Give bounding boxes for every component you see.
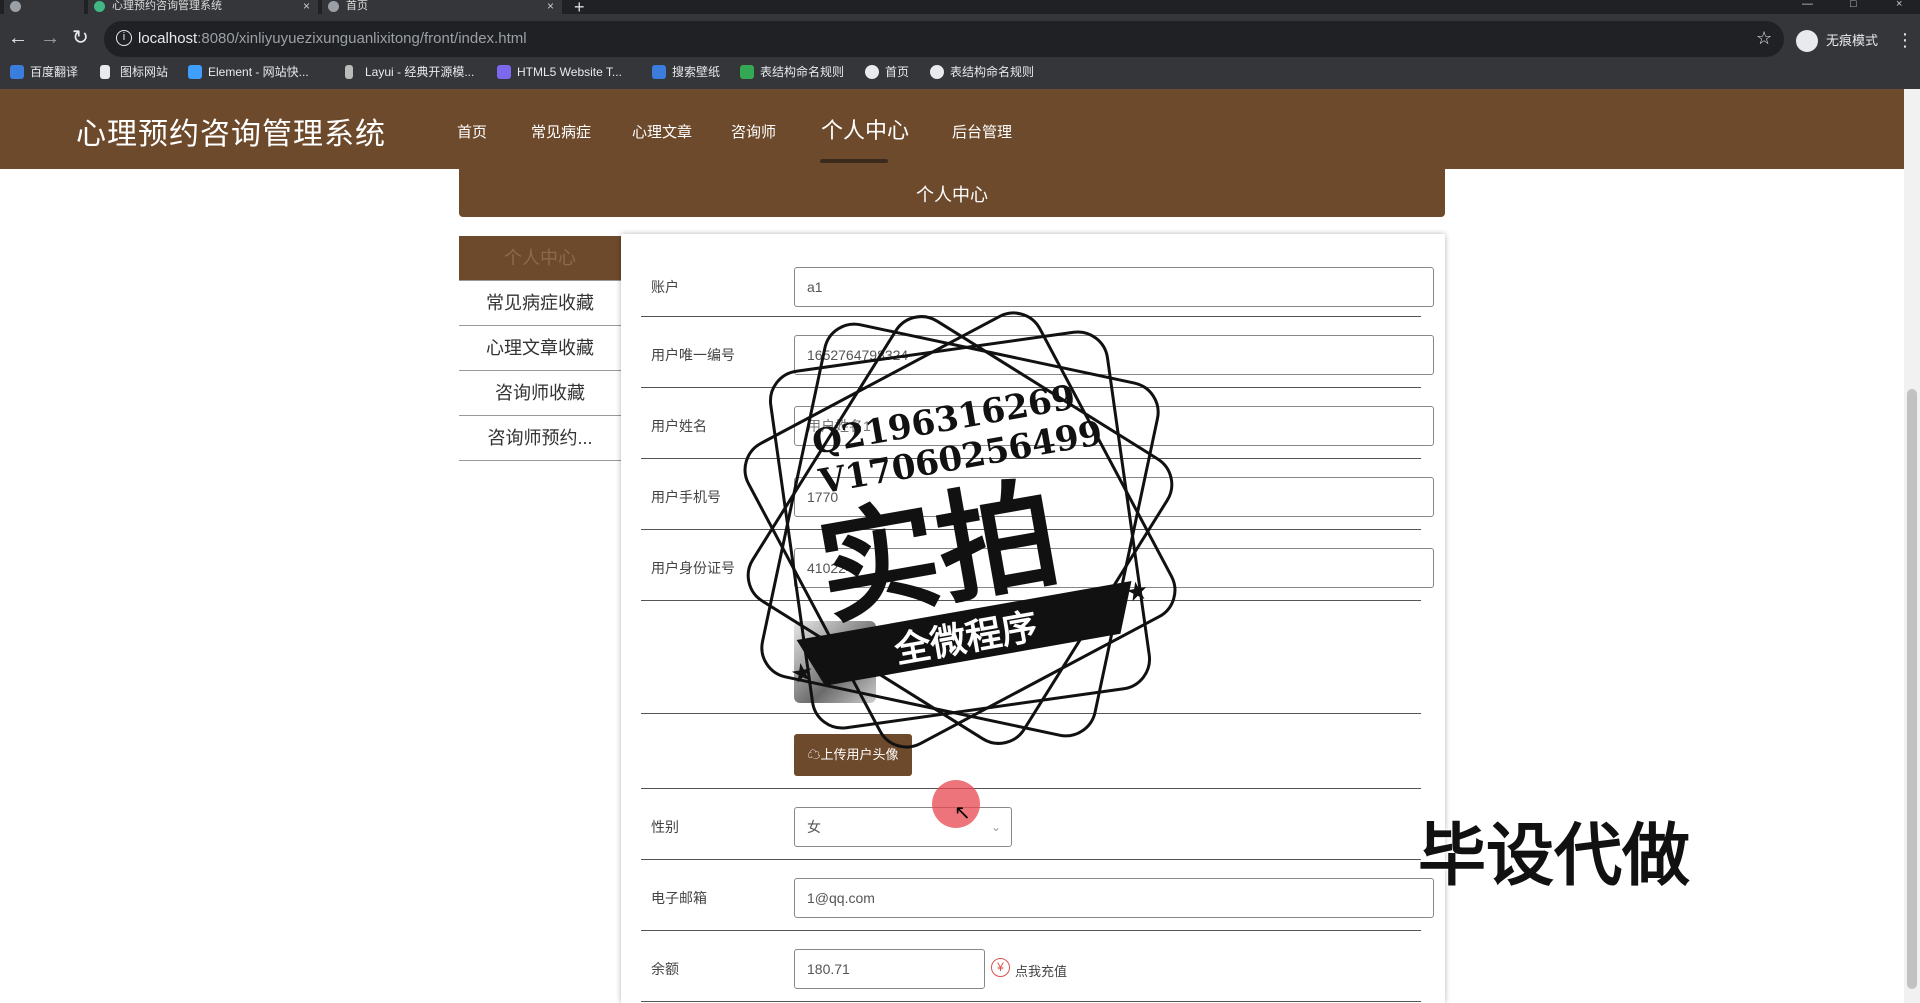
bookmark-item[interactable]: 搜索壁纸 (652, 63, 720, 81)
element-icon (188, 65, 202, 79)
account-input[interactable] (794, 267, 1434, 307)
vue-icon (94, 1, 105, 12)
form-row-account: 账户 (641, 234, 1434, 317)
menu-kebab-icon[interactable]: ⋮ (1896, 30, 1914, 51)
side-item-counselor-favorites[interactable]: 咨询师收藏 (459, 371, 621, 416)
chevron-down-icon: ⌄ (990, 820, 1001, 834)
form-row-idcard: 用户身份证号 (641, 530, 1434, 601)
incognito-icon (1796, 30, 1818, 52)
globe-icon (328, 1, 339, 12)
form-row-name: 用户姓名 (641, 388, 1434, 459)
form-row-upload: ☁上传用户头像 (641, 714, 1421, 789)
name-label: 用户姓名 (651, 418, 707, 434)
email-label: 电子邮箱 (651, 890, 707, 906)
bookmark-item[interactable]: HTML5 Website T... (497, 63, 622, 81)
idcard-label: 用户身份证号 (651, 560, 735, 576)
globe-icon (930, 65, 944, 79)
tab-home[interactable]: 首页 × (322, 0, 562, 14)
email-input[interactable] (794, 878, 1434, 918)
bookmark-item[interactable]: 图标网站 (100, 63, 168, 81)
back-arrow-icon[interactable]: ← (8, 26, 28, 50)
name-input[interactable] (794, 406, 1434, 446)
bookmark-star-icon[interactable]: ☆ (1756, 28, 1772, 49)
gender-select[interactable]: 女 ⌄ (794, 807, 1012, 847)
html5-icon (497, 65, 511, 79)
close-icon[interactable]: × (547, 0, 554, 12)
page-banner: 个人中心 (459, 165, 1445, 217)
side-item-appointments[interactable]: 咨询师预约... (459, 416, 621, 461)
forward-arrow-icon[interactable]: → (40, 26, 60, 50)
profile-form: 账户 用户唯一编号 用户姓名 用户手机号 用户身份证号 ☁上传用户头像 性别 女… (621, 234, 1445, 1003)
scrollbar-thumb[interactable] (1907, 389, 1917, 989)
gender-label: 性别 (651, 819, 679, 835)
bookmark-item[interactable]: Element - 网站快... (188, 63, 309, 81)
form-row-avatar (641, 601, 1421, 714)
bookmark-item[interactable]: 首页 (865, 63, 909, 81)
nav-symptoms[interactable]: 常见病症 (531, 121, 591, 142)
page-scrollbar[interactable] (1904, 89, 1920, 1003)
form-row-phone: 用户手机号 (641, 459, 1434, 530)
bookmark-item[interactable]: 表结构命名规则 (930, 63, 1034, 81)
info-icon[interactable]: i (116, 30, 132, 46)
uid-input[interactable] (794, 335, 1434, 375)
account-label: 账户 (651, 279, 679, 295)
window-close-icon[interactable]: × (1896, 0, 1902, 10)
nav-articles[interactable]: 心理文章 (632, 121, 692, 142)
incognito-indicator[interactable]: 无痕模式 (1796, 28, 1878, 54)
avatar (794, 621, 876, 703)
nav-personal-center[interactable]: 个人中心 (821, 113, 909, 145)
site-header: 心理预约咨询管理系统 首页 常见病症 心理文章 咨询师 个人中心 后台管理 (0, 89, 1904, 169)
nav-active-indicator (820, 159, 888, 163)
reload-icon[interactable]: ↻ (72, 26, 89, 50)
bookmark-item[interactable]: Layui - 经典开源模... (345, 63, 474, 81)
translate-icon (10, 65, 24, 79)
address-bar-row: ← → ↻ i localhost:8080/xinliyuyuezixungu… (0, 14, 1920, 62)
tab-pinned[interactable] (4, 0, 84, 14)
tab-system[interactable]: 心理预约咨询管理系统 × (88, 0, 318, 14)
watermark-corner-text: 毕设代做 (1418, 817, 1691, 896)
form-row-email: 电子邮箱 (641, 860, 1434, 931)
tab-title: 心理预约咨询管理系统 (112, 0, 222, 12)
nav-admin[interactable]: 后台管理 (952, 121, 1012, 142)
bookmark-item[interactable]: 百度翻译 (10, 63, 78, 81)
form-row-balance: 余额 ¥ 点我充值 (641, 931, 1421, 1002)
minimize-icon[interactable]: — (1802, 0, 1813, 10)
maximize-icon[interactable]: □ (1850, 0, 1857, 10)
phone-label: 用户手机号 (651, 489, 721, 505)
flag-icon (100, 65, 110, 79)
browser-icon (10, 1, 21, 12)
side-item-article-favorites[interactable]: 心理文章收藏 (459, 326, 621, 371)
mouse-cursor-icon: ↖ (954, 802, 971, 824)
form-row-gender: 性别 女 ⌄ (641, 789, 1421, 860)
bookmark-item[interactable]: 表结构命名规则 (740, 63, 844, 81)
globe-icon (865, 65, 879, 79)
balance-input[interactable] (794, 949, 985, 989)
recharge-link[interactable]: ¥ 点我充值 (991, 958, 1067, 980)
form-row-uid: 用户唯一编号 (641, 317, 1434, 388)
side-item-symptom-favorites[interactable]: 常见病症收藏 (459, 281, 621, 326)
sheet-icon (740, 65, 754, 79)
url-text: localhost:8080/xinliyuyuezixunguanlixito… (138, 30, 527, 47)
url-field[interactable]: i localhost:8080/xinliyuyuezixunguanlixi… (104, 21, 1784, 57)
tab-title: 首页 (346, 0, 368, 12)
cloud-upload-icon: ☁ (807, 747, 821, 762)
upload-avatar-button[interactable]: ☁上传用户头像 (794, 734, 912, 776)
balance-label: 余额 (651, 961, 679, 977)
uid-label: 用户唯一编号 (651, 347, 735, 363)
wallpaper-icon (652, 65, 666, 79)
page-title: 个人中心 (916, 185, 988, 205)
browser-tab-strip: 心理预约咨询管理系统 × 首页 × + — □ × (0, 0, 1920, 17)
nav-home[interactable]: 首页 (457, 121, 487, 142)
phone-input[interactable] (794, 477, 1434, 517)
yen-icon: ¥ (991, 958, 1010, 977)
bookmarks-bar: 百度翻译 图标网站 Element - 网站快... Layui - 经典开源模… (0, 57, 1920, 89)
site-logo[interactable]: 心理预约咨询管理系统 (76, 109, 386, 153)
close-icon[interactable]: × (303, 0, 310, 12)
layui-icon (345, 65, 353, 79)
idcard-input[interactable] (794, 548, 1434, 588)
side-menu: 个人中心 常见病症收藏 心理文章收藏 咨询师收藏 咨询师预约... (459, 236, 621, 461)
side-item-personal-center[interactable]: 个人中心 (459, 236, 621, 281)
nav-counselors[interactable]: 咨询师 (731, 121, 776, 142)
